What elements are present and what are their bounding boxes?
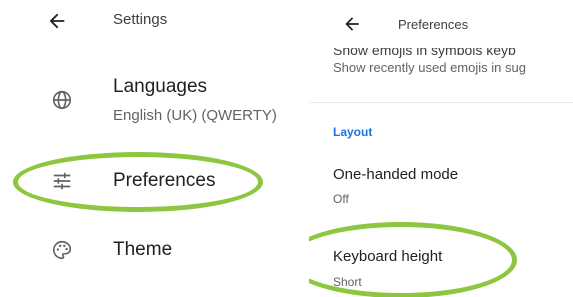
languages-label: Languages	[113, 76, 208, 97]
arrow-left-icon[interactable]	[46, 10, 68, 32]
page-title: Preferences	[398, 17, 469, 32]
settings-screen: Settings Languages English (UK) (QWERTY)…	[0, 0, 309, 297]
keyboard-height-label: Keyboard height	[333, 248, 443, 265]
languages-subtitle: English (UK) (QWERTY)	[113, 107, 277, 124]
globe-icon	[52, 90, 72, 110]
show-emojis-subtitle: Show recently used emojis in sug	[333, 60, 526, 75]
settings-item-languages[interactable]: Languages English (UK) (QWERTY)	[0, 66, 309, 140]
one-handed-mode-value: Off	[333, 192, 349, 206]
show-emojis-row[interactable]: Show emojis in symbols keyb Show recentl…	[309, 48, 573, 92]
sliders-icon	[53, 172, 71, 190]
preferences-label: Preferences	[113, 170, 216, 191]
keyboard-height-row[interactable]: Keyboard height Short	[309, 238, 573, 294]
keyboard-height-value: Short	[333, 275, 362, 289]
settings-item-theme[interactable]: Theme	[0, 226, 309, 282]
settings-top-bar: Settings	[0, 0, 309, 44]
section-divider	[309, 102, 573, 103]
one-handed-mode-label: One-handed mode	[333, 166, 459, 183]
palette-icon	[53, 240, 72, 260]
show-emojis-title: Show emojis in symbols keyb	[333, 48, 516, 58]
one-handed-mode-row[interactable]: One-handed mode Off	[309, 158, 573, 214]
settings-item-preferences[interactable]: Preferences	[0, 152, 309, 212]
page-title: Settings	[113, 11, 168, 28]
preferences-top-bar: Preferences	[309, 0, 573, 48]
layout-section-header: Layout	[333, 125, 373, 139]
arrow-left-icon[interactable]	[342, 14, 362, 34]
preferences-screen: Preferences Show emojis in symbols keyb …	[309, 0, 573, 297]
theme-label: Theme	[113, 239, 173, 260]
